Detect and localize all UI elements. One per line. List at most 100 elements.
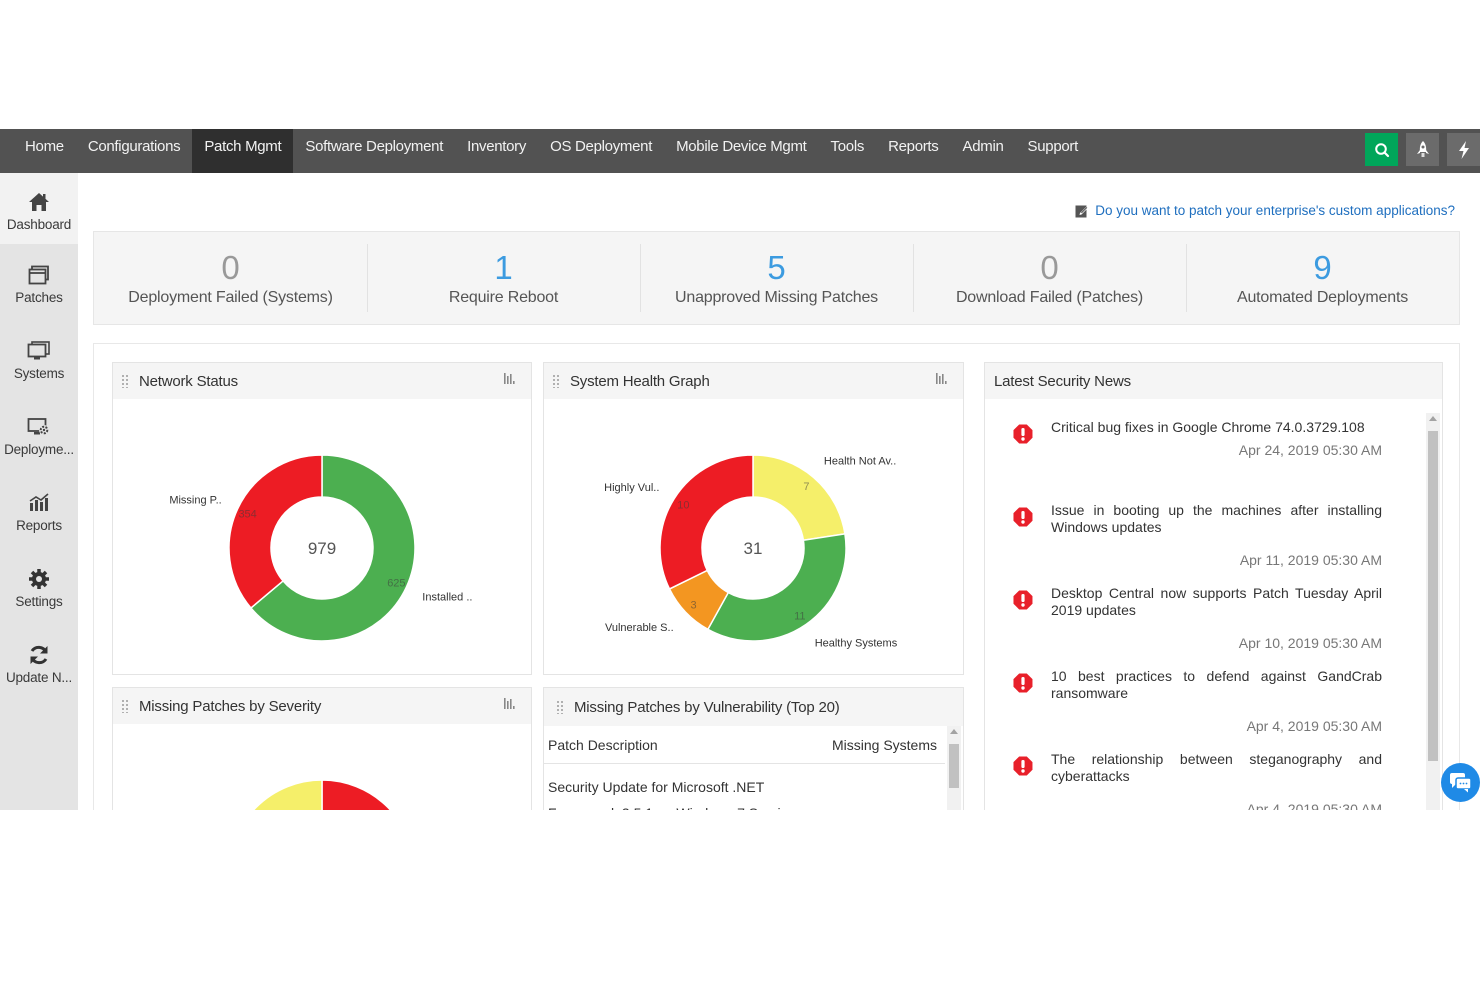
stat-download-failed[interactable]: 0 Download Failed (Patches) — [913, 232, 1186, 324]
news-title[interactable]: 10 best practices to defend against Gand… — [1051, 668, 1382, 702]
nav-home[interactable]: Home — [0, 129, 76, 173]
search-button[interactable] — [1365, 133, 1398, 166]
drag-handle-icon[interactable] — [121, 374, 129, 388]
news-title[interactable]: The relationship between steganography a… — [1051, 751, 1382, 785]
nav-mobile-device-mgmt[interactable]: Mobile Device Mgmt — [664, 129, 818, 173]
donut-center-total: 31 — [744, 539, 763, 558]
slice-value-label: 3 — [691, 599, 697, 611]
sidebar-item-label: Update N... — [5, 670, 73, 685]
news-title[interactable]: Critical bug fixes in Google Chrome 74.0… — [1051, 419, 1382, 436]
stat-value: 0 — [1040, 249, 1059, 286]
patch-description[interactable]: Security Update for Microsoft .NET — [548, 774, 941, 800]
stat-value: 0 — [221, 249, 240, 286]
alert-icon — [1013, 673, 1033, 693]
slice-value-label: 7 — [803, 481, 809, 493]
stat-deployment-failed[interactable]: 0 Deployment Failed (Systems) — [94, 232, 367, 324]
search-icon — [1374, 142, 1389, 157]
sidebar-item-label: Systems — [13, 366, 65, 381]
news-item[interactable]: Critical bug fixes in Google Chrome 74.0… — [985, 399, 1422, 482]
sidebar-item-update-n[interactable]: Update N... — [0, 624, 78, 700]
sidebar-item-label: Deployme... — [4, 442, 74, 457]
news-item[interactable]: Issue in booting up the machines after i… — [985, 482, 1422, 568]
sidebar-item-systems[interactable]: Systems — [0, 320, 78, 396]
news-item[interactable]: 10 best practices to defend against Gand… — [985, 648, 1422, 734]
slice-category-label: Vulnerable S.. — [605, 622, 674, 634]
column-header-patch-description[interactable]: Patch Description — [548, 737, 658, 753]
table-row[interactable]: Security Update for Microsoft .NET Frame… — [544, 764, 945, 810]
pie-slice[interactable] — [228, 454, 323, 610]
nav-support[interactable]: Support — [1016, 129, 1090, 173]
stat-value: 5 — [767, 249, 786, 286]
nav-reports[interactable]: Reports — [876, 129, 950, 173]
nav-os-deployment[interactable]: OS Deployment — [538, 129, 664, 173]
sidebar-item-deployment[interactable]: Deployme... — [0, 396, 78, 472]
sidebar-item-label: Reports — [16, 518, 62, 533]
chat-icon — [1449, 772, 1472, 792]
news-date: Apr 24, 2019 05:30 AM — [1238, 442, 1382, 458]
sidebar-item-reports[interactable]: Reports — [0, 472, 78, 548]
sidebar-item-patches[interactable]: Patches — [0, 244, 78, 320]
slice-category-label: Installed .. — [422, 591, 472, 603]
refresh-icon — [28, 643, 50, 667]
quick-launch-button[interactable] — [1406, 133, 1439, 166]
dashboard-board: Network Status 625 Installed .. 354 Missing… — [93, 343, 1460, 810]
custom-apps-link-text[interactable]: Do you want to patch your enterprise's c… — [1095, 203, 1455, 218]
reports-icon — [28, 491, 50, 515]
nav-admin[interactable]: Admin — [951, 129, 1016, 173]
bar-chart-icon[interactable] — [503, 371, 517, 385]
drag-handle-icon[interactable] — [121, 699, 129, 713]
pie-slice[interactable] — [752, 454, 846, 542]
widget-title: Latest Security News — [994, 372, 1131, 390]
nav-patch-mgmt[interactable]: Patch Mgmt — [192, 129, 294, 173]
app-window: Home Configurations Patch Mgmt Software … — [0, 129, 1480, 810]
table-scrollbar[interactable] — [947, 726, 961, 810]
pie-slice[interactable] — [321, 779, 415, 810]
bar-chart-icon[interactable] — [935, 371, 949, 385]
top-nav: Home Configurations Patch Mgmt Software … — [0, 129, 1480, 173]
slice-value-label: 625 — [387, 578, 405, 590]
slice-category-label: Highly Vul.. — [604, 482, 659, 494]
network-status-donut: 625 Installed .. 354 Missing P.. 979 — [169, 454, 472, 642]
stat-require-reboot[interactable]: 1 Require Reboot — [367, 232, 640, 324]
widget-title: Missing Patches by Vulnerability (Top 20… — [574, 698, 840, 716]
drag-handle-icon[interactable] — [552, 374, 560, 388]
news-item[interactable]: The relationship between steganography a… — [985, 731, 1422, 810]
nav-inventory[interactable]: Inventory — [455, 129, 538, 173]
slice-value-label: 354 — [238, 508, 256, 520]
stat-unapproved-missing-patches[interactable]: 5 Unapproved Missing Patches — [640, 232, 913, 324]
nav-configurations[interactable]: Configurations — [76, 129, 193, 173]
news-title[interactable]: Desktop Central now supports Patch Tuesd… — [1051, 585, 1382, 619]
stat-automated-deployments[interactable]: 9 Automated Deployments — [1186, 232, 1459, 324]
sidebar-item-settings[interactable]: Settings — [0, 548, 78, 624]
scroll-up-icon[interactable] — [1429, 416, 1437, 421]
widget-network-status: Network Status 625 Installed .. 354 Missing… — [112, 362, 532, 675]
patch-description-cont: Framework 3.5.1 on Windows 7 Service — [548, 800, 941, 810]
bar-chart-icon[interactable] — [503, 696, 517, 710]
nav-tools[interactable]: Tools — [819, 129, 877, 173]
pie-slice[interactable] — [659, 454, 754, 590]
donut-center-total: 979 — [308, 539, 336, 558]
news-date: Apr 4, 2019 05:30 AM — [1246, 801, 1382, 810]
widget-system-health: System Health Graph 7 Health Not Av.. 11 He… — [543, 362, 964, 675]
widget-header: Latest Security News — [985, 363, 1442, 399]
news-item[interactable]: Desktop Central now supports Patch Tuesd… — [985, 565, 1422, 651]
chat-button[interactable] — [1441, 763, 1480, 802]
column-header-missing-systems[interactable]: Missing Systems — [832, 737, 937, 753]
scroll-up-icon[interactable] — [950, 729, 958, 734]
pie-slice[interactable] — [706, 533, 847, 642]
home-icon — [28, 190, 50, 214]
system-health-donut: 7 Health Not Av.. 11 Healthy Systems 3 Vulner… — [604, 454, 898, 649]
news-scrollbar[interactable] — [1426, 413, 1440, 810]
news-title[interactable]: Issue in booting up the machines after i… — [1051, 502, 1382, 536]
nav-software-deployment[interactable]: Software Deployment — [293, 129, 455, 173]
scroll-thumb[interactable] — [1428, 431, 1438, 761]
quick-actions-button[interactable] — [1447, 133, 1480, 166]
sidebar-item-label: Settings — [15, 594, 63, 609]
sidebar-item-dashboard[interactable]: Dashboard — [0, 173, 78, 244]
edit-icon — [1075, 205, 1089, 217]
drag-handle-icon[interactable] — [556, 700, 564, 714]
custom-apps-link[interactable]: Do you want to patch your enterprise's c… — [1075, 203, 1455, 218]
pie-slice[interactable] — [229, 779, 323, 810]
scroll-thumb[interactable] — [949, 744, 959, 788]
rocket-icon — [1416, 140, 1429, 157]
